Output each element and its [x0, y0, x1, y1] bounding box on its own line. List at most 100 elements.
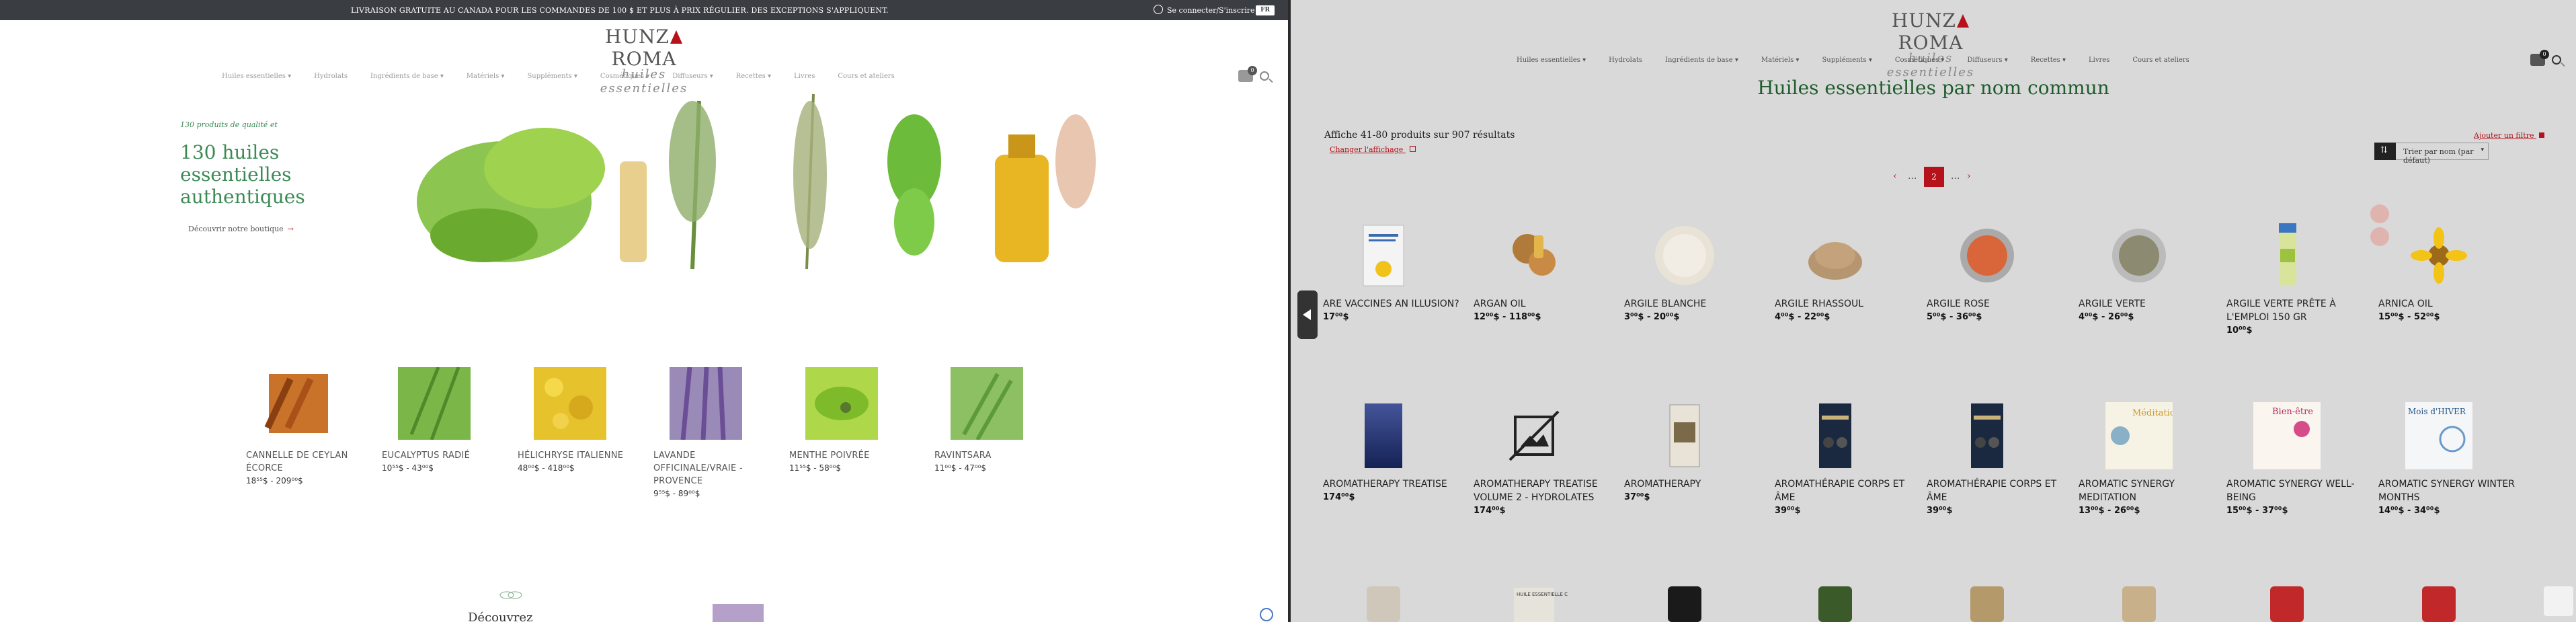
product-card[interactable]: RAVINTSARA 11⁰⁰$ - 47⁰⁰$: [934, 367, 1062, 473]
product-name[interactable]: RAVINTSARA: [934, 449, 1062, 462]
nav-item[interactable]: Cosmétiques ▾: [1895, 56, 1945, 64]
product-image[interactable]: [1350, 584, 1417, 622]
product-name[interactable]: ARGILE BLANCHE: [1624, 297, 1762, 311]
product-card[interactable]: Mois d'HIVER AROMATIC SYNERGY WINTER MONT…: [2378, 402, 2516, 516]
login-link[interactable]: Se connecter/S'inscrire: [1167, 6, 1255, 15]
product-card[interactable]: ARGILE BLANCHE 3⁰⁰$ - 20⁰⁰$: [1624, 222, 1762, 322]
search-icon[interactable]: [1260, 71, 1269, 81]
product-name[interactable]: AROMATHERAPY: [1624, 477, 1762, 491]
product-image[interactable]: [805, 367, 878, 440]
nav-item[interactable]: Hydrolats: [1609, 56, 1642, 64]
product-card[interactable]: EUCALYPTUS RADIÉ 10⁵⁵$ - 43⁰⁰$: [382, 367, 510, 473]
add-filter-link[interactable]: Ajouter un filtre: [2474, 131, 2544, 140]
nav-item[interactable]: Cosmétiques ▾: [600, 73, 650, 80]
product-name[interactable]: ARGILE VERTE PRÊTE À L'EMPLOI 150 GR: [2226, 297, 2364, 324]
nav-item[interactable]: Livres: [2089, 56, 2109, 64]
nav-item[interactable]: Suppléments ▾: [527, 73, 577, 80]
nav-item[interactable]: Suppléments ▾: [1822, 56, 1871, 64]
nav-item[interactable]: Huiles essentielles ▾: [1517, 56, 1586, 64]
nav-item[interactable]: Cours et ateliers: [838, 73, 894, 80]
product-image[interactable]: [262, 367, 335, 440]
product-image[interactable]: [1651, 584, 1718, 622]
nav-item[interactable]: Cours et ateliers: [2132, 56, 2189, 64]
nav-item[interactable]: Hydrolats: [314, 73, 348, 80]
product-card[interactable]: ARGILE VERTE 4⁰⁰$ - 26⁰⁰$: [2079, 222, 2216, 322]
product-name[interactable]: AROMATIC SYNERGY WINTER MONTHS: [2378, 477, 2516, 504]
product-card[interactable]: Bien-être AROMATIC SYNERGY WELL-BEING 15⁰⁰…: [2226, 402, 2364, 516]
product-name[interactable]: AROMATHÉRAPIE CORPS ET ÂME: [1775, 477, 1913, 504]
product-image[interactable]: Méditation: [2105, 402, 2173, 469]
product-card[interactable]: HÉLICHRYSE ITALIENNE 48⁰⁰$ - 418⁰⁰$: [518, 367, 645, 473]
product-card[interactable]: AROMATHÉRAPIE CORPS ET ÂME 39⁰⁰$: [1775, 402, 1913, 516]
product-image[interactable]: [398, 367, 471, 440]
product-image[interactable]: [1954, 402, 2021, 469]
product-card[interactable]: AROMATHERAPY TREATISE 174⁰⁰$: [1323, 402, 1461, 502]
product-name[interactable]: ARE VACCINES AN ILLUSION?: [1323, 297, 1461, 311]
product-image[interactable]: Mois d'HIVER: [2405, 402, 2472, 469]
product-image[interactable]: [1802, 222, 1869, 289]
product-name[interactable]: HÉLICHRYSE ITALIENNE: [518, 449, 645, 462]
user-icon[interactable]: [1154, 5, 1163, 14]
product-name[interactable]: AROMATHERAPY TREATISE VOLUME 2 - HYDROLA…: [1474, 477, 1611, 504]
product-name[interactable]: ARGAN OIL: [1474, 297, 1611, 311]
product-image[interactable]: [2405, 584, 2472, 622]
product-image[interactable]: [1651, 402, 1718, 469]
product-name[interactable]: AROMATIC SYNERGY WELL-BEING: [2226, 477, 2364, 504]
sidebar-toggle-arrow-icon[interactable]: [1297, 290, 1318, 339]
product-card[interactable]: LAVANDE OFFICINALE/VRAIE - PROVENCE 9⁵⁵$ …: [653, 367, 781, 498]
product-name[interactable]: EUCALYPTUS RADIÉ: [382, 449, 510, 462]
product-image[interactable]: [2405, 222, 2472, 289]
pagination-next[interactable]: ›: [1967, 171, 1971, 182]
product-image[interactable]: [1954, 222, 2021, 289]
pagination-current[interactable]: 2: [1924, 167, 1944, 187]
shop-link[interactable]: Découvrir notre boutique →: [188, 225, 294, 233]
product-name[interactable]: LAVANDE OFFICINALE/VRAIE - PROVENCE: [653, 449, 781, 488]
product-card[interactable]: ARE VACCINES AN ILLUSION? 17⁰⁰$: [1323, 222, 1461, 322]
product-image[interactable]: [2105, 222, 2173, 289]
nav-item[interactable]: Livres: [794, 73, 815, 80]
product-name[interactable]: AROMATHERAPY TREATISE: [1323, 477, 1461, 491]
compare-icon[interactable]: [2370, 227, 2389, 246]
product-image[interactable]: [1350, 222, 1417, 289]
language-switch[interactable]: FR: [1256, 5, 1275, 15]
product-card[interactable]: ARGAN OIL 12⁰⁰$ - 118⁰⁰$: [1474, 222, 1611, 322]
product-card[interactable]: MENTHE POIVRÉE 11⁵⁵$ - 58⁰⁰$: [789, 367, 917, 473]
product-card[interactable]: ARNICA OIL 15⁰⁰$ - 52⁰⁰$: [2378, 222, 2516, 322]
product-image[interactable]: [1802, 402, 1869, 469]
product-image[interactable]: [1802, 584, 1869, 622]
product-image[interactable]: [2253, 222, 2321, 289]
search-icon[interactable]: [2552, 55, 2561, 65]
product-card[interactable]: AROMATHÉRAPIE CORPS ET ÂME 39⁰⁰$: [1927, 402, 2064, 516]
product-name[interactable]: CANNELLE DE CEYLAN ÉCORCE: [246, 449, 374, 475]
product-card[interactable]: AROMATHERAPY TREATISE VOLUME 2 - HYDROLA…: [1474, 402, 1611, 516]
product-image[interactable]: [1651, 222, 1718, 289]
site-logo[interactable]: HUNZROMA huiles essentielles: [577, 26, 711, 95]
product-card[interactable]: AROMATHERAPY 37⁰⁰$: [1624, 402, 1762, 502]
product-name[interactable]: ARGILE ROSE: [1927, 297, 2064, 311]
product-name[interactable]: AROMATIC SYNERGY MEDITATION: [2079, 477, 2216, 504]
change-view-link[interactable]: Changer l'affichage: [1330, 145, 1416, 154]
product-name[interactable]: ARGILE VERTE: [2079, 297, 2216, 311]
product-image[interactable]: [1350, 402, 1417, 469]
nav-item[interactable]: Ingrédients de base ▾: [1665, 56, 1738, 64]
product-name[interactable]: ARGILE RHASSOUL: [1775, 297, 1913, 311]
product-image[interactable]: [1500, 222, 1568, 289]
pagination-prev[interactable]: ‹: [1893, 171, 1897, 182]
product-image[interactable]: [534, 367, 606, 440]
nav-item[interactable]: Matériels ▾: [1761, 56, 1800, 64]
product-image[interactable]: [2253, 584, 2321, 622]
product-card[interactable]: Méditation AROMATIC SYNERGY MEDITATION 13⁰…: [2079, 402, 2216, 516]
product-name[interactable]: ARNICA OIL: [2378, 297, 2516, 311]
product-image[interactable]: [670, 367, 742, 440]
product-image[interactable]: [1500, 402, 1568, 469]
product-card[interactable]: ARGILE ROSE 5⁰⁰$ - 36⁰⁰$: [1927, 222, 2064, 322]
product-card[interactable]: ARGILE VERTE PRÊTE À L'EMPLOI 150 GR 10⁰⁰…: [2226, 222, 2364, 336]
product-image[interactable]: [951, 367, 1023, 440]
site-logo[interactable]: HUNZROMA huiles essentielles: [1863, 9, 1998, 79]
sort-order-icon[interactable]: [2374, 143, 2396, 160]
product-image[interactable]: [1954, 584, 2021, 622]
product-card[interactable]: CANNELLE DE CEYLAN ÉCORCE 18⁵⁵$ - 209⁰⁰$: [246, 367, 374, 485]
product-image[interactable]: Bien-être: [2253, 402, 2321, 469]
product-name[interactable]: MENTHE POIVRÉE: [789, 449, 917, 462]
product-image[interactable]: HUILE ESSENTIELLE CÈDRE: [1500, 584, 1568, 622]
